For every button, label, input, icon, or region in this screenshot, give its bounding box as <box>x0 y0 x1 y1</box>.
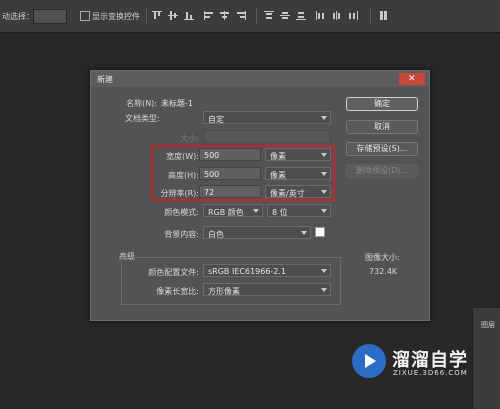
show-transform-checkbox[interactable] <box>80 11 90 21</box>
size-label: 大小: <box>180 134 199 143</box>
dialog-titlebar: 新建 ✕ <box>91 71 429 87</box>
layer-select[interactable] <box>33 9 67 24</box>
color-profile-select[interactable]: sRGB IEC61966-2.1 <box>203 264 331 277</box>
chevron-down-icon <box>253 209 259 213</box>
divider <box>146 8 147 24</box>
pixel-aspect-select[interactable]: 方形像素 <box>203 283 331 296</box>
chevron-down-icon <box>321 288 327 292</box>
name-field[interactable]: 未标题-1 <box>161 98 193 109</box>
auto-align-icon[interactable] <box>380 11 390 20</box>
chevron-down-icon <box>321 153 327 157</box>
divider <box>370 8 371 24</box>
preset-select[interactable]: 自定 <box>203 111 331 124</box>
chevron-down-icon <box>321 190 327 194</box>
dialog-title: 新建 <box>97 75 113 84</box>
chevron-down-icon <box>321 269 327 273</box>
color-mode-select[interactable]: RGB 颜色 <box>203 204 263 217</box>
align-left-icon[interactable] <box>204 11 214 20</box>
auto-select-label: 动选择： <box>2 12 34 21</box>
height-unit-select[interactable]: 像素 <box>265 167 331 180</box>
show-transform-label: 显示变换控件 <box>92 12 140 21</box>
resolution-input[interactable]: 72 <box>199 185 261 198</box>
chevron-down-icon <box>321 209 327 213</box>
watermark-url: ZIXUE.3D66.COM <box>393 369 468 377</box>
distribute-top-icon[interactable] <box>264 11 274 20</box>
align-hcenter-icon[interactable] <box>220 11 230 20</box>
width-label: 宽度(W): <box>166 152 199 161</box>
layers-panel-label: 图层 <box>481 321 495 329</box>
chevron-down-icon <box>301 231 307 235</box>
distribute-left-icon[interactable] <box>316 11 326 20</box>
image-size-label: 图像大小: <box>365 253 400 262</box>
chevron-down-icon <box>321 172 327 176</box>
close-button[interactable]: ✕ <box>399 73 425 85</box>
new-document-dialog: 新建 ✕ 名称(N): 未标题-1 文档类型: 自定 大小: 宽度(W): 50… <box>90 70 430 321</box>
distribute-bottom-icon[interactable] <box>296 11 306 20</box>
background-color-swatch[interactable] <box>315 227 325 237</box>
align-vcenter-icon[interactable] <box>168 11 178 20</box>
image-size-value: 732.4K <box>369 267 398 276</box>
align-top-icon[interactable] <box>152 11 162 20</box>
chevron-down-icon <box>321 116 327 120</box>
height-label: 高度(H): <box>168 171 199 180</box>
name-label: 名称(N): <box>126 99 157 108</box>
distribute-right-icon[interactable] <box>348 11 358 20</box>
save-preset-button[interactable]: 存储预设(S)... <box>346 142 418 156</box>
play-logo-icon <box>352 344 386 378</box>
size-select <box>203 130 331 143</box>
close-icon: ✕ <box>408 74 416 84</box>
layers-panel-tab[interactable]: 图层 <box>472 308 500 409</box>
color-profile-label: 颜色配置文件: <box>148 268 199 277</box>
color-mode-label: 颜色模式: <box>164 208 199 217</box>
width-input[interactable]: 500 <box>199 148 261 161</box>
preset-label: 文档类型: <box>125 114 160 123</box>
width-unit-select[interactable]: 像素 <box>265 148 331 161</box>
resolution-unit-select[interactable]: 像素/英寸 <box>265 185 331 198</box>
divider <box>256 8 257 24</box>
pixel-aspect-label: 像素长宽比: <box>156 287 199 296</box>
delete-preset-button: 删除预设(D)... <box>346 164 418 178</box>
resolution-label: 分辨率(R): <box>160 189 200 198</box>
height-input[interactable]: 500 <box>199 167 261 180</box>
options-bar: 动选择： 显示变换控件 <box>0 0 500 33</box>
bit-depth-select[interactable]: 8 位 <box>267 204 331 217</box>
background-label: 背景内容: <box>164 230 199 239</box>
align-right-icon[interactable] <box>236 11 246 20</box>
background-select[interactable]: 白色 <box>203 226 311 239</box>
cancel-button[interactable]: 取消 <box>346 120 418 134</box>
distribute-hcenter-icon[interactable] <box>332 11 342 20</box>
distribute-vcenter-icon[interactable] <box>280 11 290 20</box>
align-bottom-icon[interactable] <box>184 11 194 20</box>
ok-button[interactable]: 确定 <box>346 97 418 111</box>
